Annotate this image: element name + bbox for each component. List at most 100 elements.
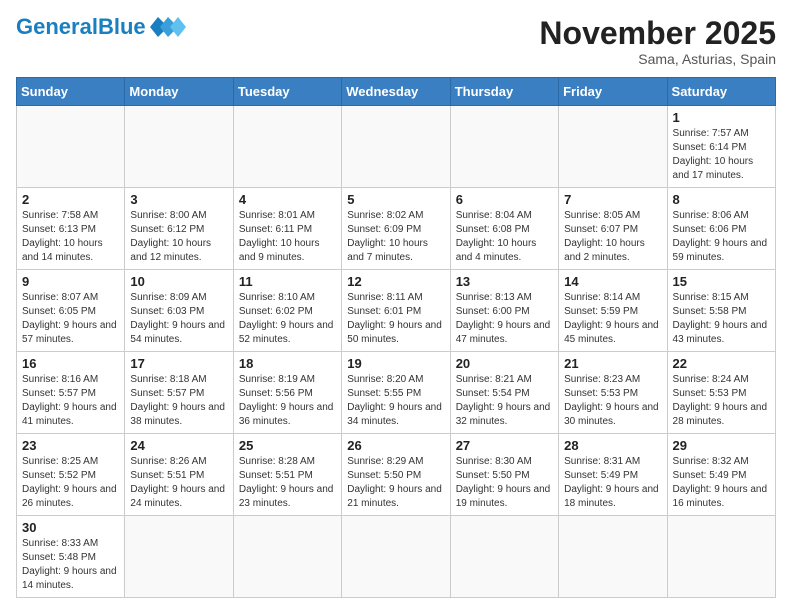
- calendar-cell: 25Sunrise: 8:28 AM Sunset: 5:51 PM Dayli…: [233, 434, 341, 516]
- logo-blue: Blue: [98, 14, 146, 39]
- title-block: November 2025 Sama, Asturias, Spain: [539, 16, 776, 67]
- day-number: 13: [456, 274, 553, 289]
- day-header-thursday: Thursday: [450, 78, 558, 106]
- calendar-header-row: SundayMondayTuesdayWednesdayThursdayFrid…: [17, 78, 776, 106]
- day-number: 30: [22, 520, 119, 535]
- day-info: Sunrise: 8:00 AM Sunset: 6:12 PM Dayligh…: [130, 209, 227, 265]
- day-number: 24: [130, 438, 227, 453]
- location: Sama, Asturias, Spain: [539, 51, 776, 67]
- day-info: Sunrise: 8:14 AM Sunset: 5:59 PM Dayligh…: [564, 291, 661, 347]
- calendar-cell: 27 Sunrise: 8:30 AM Sunset: 5:50 PM Dayli…: [450, 434, 558, 516]
- day-header-sunday: Sunday: [17, 78, 125, 106]
- day-number: 11: [239, 274, 336, 289]
- day-header-monday: Monday: [125, 78, 233, 106]
- calendar-cell: 3Sunrise: 8:00 AM Sunset: 6:12 PM Daylig…: [125, 188, 233, 270]
- day-info: Sunrise: 8:06 AM Sunset: 6:06 PM Dayligh…: [673, 209, 770, 265]
- day-number: 6: [456, 192, 553, 207]
- day-info: Sunrise: 8:20 AM Sunset: 5:55 PM Dayligh…: [347, 373, 444, 429]
- day-number: 21: [564, 356, 661, 371]
- day-number: 20: [456, 356, 553, 371]
- calendar-cell: 30 Sunrise: 8:33 AM Sunset: 5:48 PM Dayli…: [17, 516, 125, 598]
- week-row-1: 2Sunrise: 7:58 AM Sunset: 6:13 PM Daylig…: [17, 188, 776, 270]
- calendar-cell: [667, 516, 775, 598]
- day-number: 23: [22, 438, 119, 453]
- day-info: Sunrise: 8:13 AM Sunset: 6:00 PM Dayligh…: [456, 291, 553, 347]
- calendar-cell: 24Sunrise: 8:26 AM Sunset: 5:51 PM Dayli…: [125, 434, 233, 516]
- page-header: GeneralBlue November 2025 Sama, Asturias…: [16, 16, 776, 67]
- calendar-cell: 21 Sunrise: 8:23 AM Sunset: 5:53 PM Dayli…: [559, 352, 667, 434]
- day-number: 5: [347, 192, 444, 207]
- month-title: November 2025: [539, 16, 776, 51]
- day-number: 4: [239, 192, 336, 207]
- calendar-cell: 6 Sunrise: 8:04 AM Sunset: 6:08 PM Daylig…: [450, 188, 558, 270]
- week-row-0: 1Sunrise: 7:57 AM Sunset: 6:14 PM Daylig…: [17, 106, 776, 188]
- calendar-cell: 29 Sunrise: 8:32 AM Sunset: 5:49 PM Dayli…: [667, 434, 775, 516]
- day-number: 18: [239, 356, 336, 371]
- calendar-cell: 22 Sunrise: 8:24 AM Sunset: 5:53 PM Dayli…: [667, 352, 775, 434]
- day-info: Sunrise: 8:07 AM Sunset: 6:05 PM Dayligh…: [22, 291, 119, 347]
- day-info: Sunrise: 8:29 AM Sunset: 5:50 PM Dayligh…: [347, 455, 444, 511]
- calendar-cell: 23Sunrise: 8:25 AM Sunset: 5:52 PM Dayli…: [17, 434, 125, 516]
- calendar-cell: 19Sunrise: 8:20 AM Sunset: 5:55 PM Dayli…: [342, 352, 450, 434]
- calendar-cell: 20 Sunrise: 8:21 AM Sunset: 5:54 PM Dayli…: [450, 352, 558, 434]
- calendar-table: SundayMondayTuesdayWednesdayThursdayFrid…: [16, 77, 776, 598]
- day-info: Sunrise: 8:30 AM Sunset: 5:50 PM Dayligh…: [456, 455, 553, 511]
- day-info: Sunrise: 8:05 AM Sunset: 6:07 PM Dayligh…: [564, 209, 661, 265]
- calendar-cell: 10Sunrise: 8:09 AM Sunset: 6:03 PM Dayli…: [125, 270, 233, 352]
- calendar-cell: 9Sunrise: 8:07 AM Sunset: 6:05 PM Daylig…: [17, 270, 125, 352]
- calendar-cell: [342, 516, 450, 598]
- day-info: Sunrise: 8:31 AM Sunset: 5:49 PM Dayligh…: [564, 455, 661, 511]
- calendar-cell: 5Sunrise: 8:02 AM Sunset: 6:09 PM Daylig…: [342, 188, 450, 270]
- calendar-cell: 4 Sunrise: 8:01 AM Sunset: 6:11 PM Daylig…: [233, 188, 341, 270]
- day-number: 29: [673, 438, 770, 453]
- day-number: 15: [673, 274, 770, 289]
- calendar-cell: 26 Sunrise: 8:29 AM Sunset: 5:50 PM Dayli…: [342, 434, 450, 516]
- calendar-cell: 13 Sunrise: 8:13 AM Sunset: 6:00 PM Dayli…: [450, 270, 558, 352]
- calendar-cell: [559, 516, 667, 598]
- day-info: Sunrise: 8:23 AM Sunset: 5:53 PM Dayligh…: [564, 373, 661, 429]
- calendar-cell: [233, 106, 341, 188]
- calendar-cell: [17, 106, 125, 188]
- day-info: Sunrise: 7:57 AM Sunset: 6:14 PM Dayligh…: [673, 127, 770, 183]
- day-header-wednesday: Wednesday: [342, 78, 450, 106]
- week-row-3: 16Sunrise: 8:16 AM Sunset: 5:57 PM Dayli…: [17, 352, 776, 434]
- day-number: 12: [347, 274, 444, 289]
- calendar-cell: 8 Sunrise: 8:06 AM Sunset: 6:06 PM Daylig…: [667, 188, 775, 270]
- calendar-cell: 18 Sunrise: 8:19 AM Sunset: 5:56 PM Dayli…: [233, 352, 341, 434]
- day-info: Sunrise: 8:28 AM Sunset: 5:51 PM Dayligh…: [239, 455, 336, 511]
- day-header-saturday: Saturday: [667, 78, 775, 106]
- calendar-cell: 16Sunrise: 8:16 AM Sunset: 5:57 PM Dayli…: [17, 352, 125, 434]
- logo-general: General: [16, 14, 98, 39]
- calendar-cell: 14 Sunrise: 8:14 AM Sunset: 5:59 PM Dayli…: [559, 270, 667, 352]
- calendar-cell: [342, 106, 450, 188]
- logo-icon: [150, 17, 186, 37]
- day-info: Sunrise: 8:32 AM Sunset: 5:49 PM Dayligh…: [673, 455, 770, 511]
- calendar-cell: 17Sunrise: 8:18 AM Sunset: 5:57 PM Dayli…: [125, 352, 233, 434]
- calendar-cell: [233, 516, 341, 598]
- day-header-tuesday: Tuesday: [233, 78, 341, 106]
- day-info: Sunrise: 8:11 AM Sunset: 6:01 PM Dayligh…: [347, 291, 444, 347]
- day-number: 26: [347, 438, 444, 453]
- day-number: 22: [673, 356, 770, 371]
- day-info: Sunrise: 8:24 AM Sunset: 5:53 PM Dayligh…: [673, 373, 770, 429]
- day-number: 2: [22, 192, 119, 207]
- week-row-4: 23Sunrise: 8:25 AM Sunset: 5:52 PM Dayli…: [17, 434, 776, 516]
- day-info: Sunrise: 8:19 AM Sunset: 5:56 PM Dayligh…: [239, 373, 336, 429]
- calendar-cell: 7Sunrise: 8:05 AM Sunset: 6:07 PM Daylig…: [559, 188, 667, 270]
- day-info: Sunrise: 8:33 AM Sunset: 5:48 PM Dayligh…: [22, 537, 119, 593]
- day-info: Sunrise: 8:04 AM Sunset: 6:08 PM Dayligh…: [456, 209, 553, 265]
- day-info: Sunrise: 8:10 AM Sunset: 6:02 PM Dayligh…: [239, 291, 336, 347]
- calendar-cell: 2Sunrise: 7:58 AM Sunset: 6:13 PM Daylig…: [17, 188, 125, 270]
- day-info: Sunrise: 8:18 AM Sunset: 5:57 PM Dayligh…: [130, 373, 227, 429]
- day-number: 10: [130, 274, 227, 289]
- day-info: Sunrise: 8:21 AM Sunset: 5:54 PM Dayligh…: [456, 373, 553, 429]
- calendar-cell: [125, 106, 233, 188]
- calendar-cell: 15 Sunrise: 8:15 AM Sunset: 5:58 PM Dayli…: [667, 270, 775, 352]
- day-number: 14: [564, 274, 661, 289]
- day-number: 27: [456, 438, 553, 453]
- calendar-cell: 12 Sunrise: 8:11 AM Sunset: 6:01 PM Dayli…: [342, 270, 450, 352]
- week-row-2: 9Sunrise: 8:07 AM Sunset: 6:05 PM Daylig…: [17, 270, 776, 352]
- day-info: Sunrise: 8:01 AM Sunset: 6:11 PM Dayligh…: [239, 209, 336, 265]
- day-info: Sunrise: 8:15 AM Sunset: 5:58 PM Dayligh…: [673, 291, 770, 347]
- day-number: 8: [673, 192, 770, 207]
